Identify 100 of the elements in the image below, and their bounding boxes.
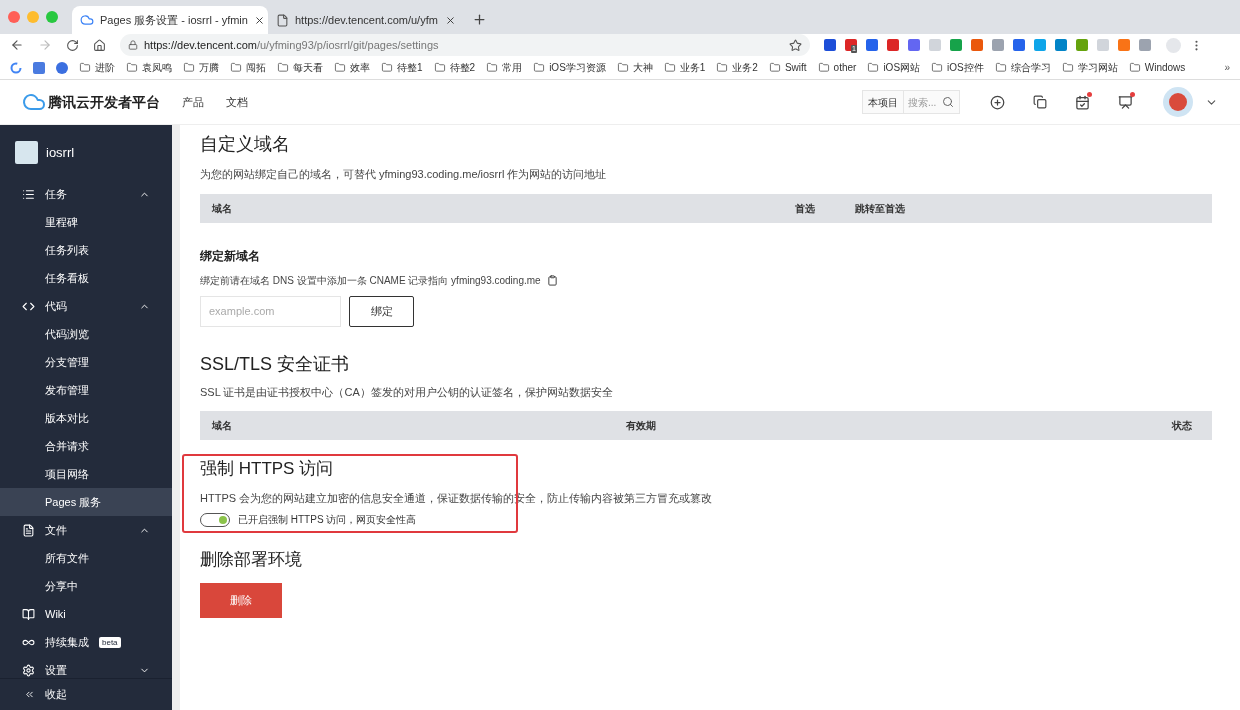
bookmark-item[interactable]: 效率 xyxy=(334,60,370,75)
bookmark-item[interactable]: 每天看 xyxy=(277,60,323,75)
nav-link[interactable]: 产品 xyxy=(182,93,204,111)
address-bar[interactable]: https://dev.tencent.com/u/yfming93/p/iosrrl/git/pages/settings xyxy=(120,34,810,56)
extension-icon[interactable] xyxy=(1076,39,1088,51)
bookmark-item[interactable]: 业务1 xyxy=(663,60,706,75)
search-field[interactable]: 本项目 搜索... xyxy=(862,90,960,114)
reload-icon[interactable] xyxy=(66,38,79,52)
close-icon[interactable] xyxy=(445,14,456,26)
bookmark-item[interactable]: iOS控件 xyxy=(931,60,984,75)
bind-button[interactable]: 绑定 xyxy=(349,295,414,327)
user-avatar[interactable] xyxy=(1163,87,1193,117)
close-icon[interactable] xyxy=(253,14,265,26)
url-text: https://dev.tencent.com/u/yfming93/p/iosrrl/git/pages/settings xyxy=(144,37,439,53)
sidebar-subitem[interactable]: 分支管理 xyxy=(0,348,172,376)
bookmark-item[interactable]: 大神 xyxy=(616,60,653,75)
back-icon[interactable] xyxy=(10,38,24,52)
column-header: 首选 xyxy=(795,201,815,216)
new-tab-icon[interactable] xyxy=(472,12,487,27)
browser-tab[interactable]: https://dev.tencent.com/u/yfm xyxy=(268,6,464,34)
nav-link[interactable]: 文档 xyxy=(226,93,248,111)
close-window-icon[interactable] xyxy=(8,11,20,23)
search-input[interactable]: 搜索... xyxy=(904,94,942,110)
bookmark-item[interactable]: 业务2 xyxy=(716,60,758,75)
bookmark-item[interactable]: 进阶 xyxy=(79,60,115,75)
bookmark-item[interactable]: 学习网站 xyxy=(1061,60,1118,75)
bookmark-item[interactable]: 闯拓 xyxy=(230,60,266,75)
sidebar-subitem[interactable]: 合并请求 xyxy=(0,432,172,460)
bookmark-item[interactable]: 袁凤鸣 xyxy=(126,60,172,75)
scrollbar[interactable] xyxy=(172,125,180,710)
sidebar-item[interactable]: Wiki xyxy=(0,600,172,628)
home-icon[interactable] xyxy=(93,38,106,52)
sidebar-subitem[interactable]: 所有文件 xyxy=(0,544,172,572)
copy-icon[interactable] xyxy=(1033,95,1047,109)
sidebar-item[interactable]: 持续集成 beta xyxy=(0,628,172,656)
folder-icon xyxy=(334,62,346,73)
paw-icon[interactable] xyxy=(56,61,68,74)
translate-icon[interactable] xyxy=(33,61,45,74)
task-icon[interactable] xyxy=(1075,94,1090,110)
project-name[interactable]: iosrrl xyxy=(46,142,75,163)
sidebar-subitem[interactable]: 版本对比 xyxy=(0,404,172,432)
bookmark-star-icon[interactable] xyxy=(789,38,802,52)
sidebar-item[interactable]: 文件 xyxy=(0,516,172,544)
extension-icon[interactable] xyxy=(1055,39,1067,51)
browser-tab[interactable]: Pages 服务设置 - iosrrl - yfmin xyxy=(72,6,268,34)
cloud-icon xyxy=(80,13,94,27)
search-icon[interactable] xyxy=(942,96,954,108)
bookmark-item[interactable]: iOS学习资源 xyxy=(533,60,606,75)
folder-icon xyxy=(277,62,289,73)
add-icon[interactable] xyxy=(990,94,1005,110)
sidebar-subitem[interactable]: 任务看板 xyxy=(0,264,172,292)
more-bookmarks-button[interactable]: » xyxy=(1224,60,1230,75)
list-icon xyxy=(22,187,35,201)
sidebar-subitem[interactable]: 代码浏览 xyxy=(0,320,172,348)
extension-icon[interactable] xyxy=(887,39,899,51)
copy-icon[interactable] xyxy=(546,274,558,286)
column-header: 状态 xyxy=(1172,419,1192,433)
beta-badge: beta xyxy=(99,636,121,648)
site-logo[interactable]: 腾讯云开发者平台 xyxy=(48,91,160,113)
sidebar-item[interactable]: 任务 xyxy=(0,180,172,208)
bookmark-item[interactable]: 常用 xyxy=(486,60,523,75)
extension-icon[interactable] xyxy=(1139,39,1151,51)
extension-icon[interactable] xyxy=(992,39,1004,51)
sidebar-subitem[interactable]: 项目网络 xyxy=(0,460,172,488)
sidebar-item[interactable]: 设置 xyxy=(0,656,172,678)
double-chevron-icon xyxy=(24,689,35,700)
sidebar-subitem[interactable]: Pages 服务 xyxy=(0,488,172,516)
forward-icon[interactable] xyxy=(38,38,52,52)
maximize-window-icon[interactable] xyxy=(46,11,58,23)
column-header: 域名 xyxy=(212,201,232,216)
chart-icon[interactable] xyxy=(1118,94,1133,110)
book-icon xyxy=(22,607,35,621)
extension-icon[interactable] xyxy=(1013,39,1025,51)
bookmark-item[interactable]: 待整2 xyxy=(433,60,476,75)
hint-text: 绑定前请在域名 DNS 设置中添加一条 CNAME 记录指向 yfming93.coding.me xyxy=(200,273,541,288)
bookmark-item[interactable]: Windows xyxy=(1128,60,1186,75)
sidebar-subitem[interactable]: 任务列表 xyxy=(0,236,172,264)
extension-icon[interactable] xyxy=(824,39,836,51)
bookmark-item[interactable]: 综合学习 xyxy=(994,60,1051,75)
bookmark-item[interactable]: 待整1 xyxy=(381,60,423,75)
sidebar-subitem[interactable]: 里程碑 xyxy=(0,208,172,236)
extension-icon[interactable] xyxy=(1034,39,1046,51)
extension-icon[interactable] xyxy=(866,39,878,51)
section-title: SSL/TLS 安全证书 xyxy=(200,352,351,376)
domain-input-field[interactable]: example.com xyxy=(200,295,341,327)
bookmark-item[interactable]: iOS网站 xyxy=(867,60,921,75)
extension-icon[interactable] xyxy=(950,39,962,51)
google-icon[interactable] xyxy=(10,61,22,74)
column-header: 跳转至首选 xyxy=(855,201,905,216)
extension-icon[interactable] xyxy=(1118,39,1130,51)
sidebar-subitem[interactable]: 分享中 xyxy=(0,572,172,600)
delete-button[interactable]: 删除 xyxy=(200,582,282,618)
sidebar-subitem[interactable]: 发布管理 xyxy=(0,376,172,404)
extension-icon[interactable] xyxy=(971,39,983,51)
bookmark-item[interactable]: 万腾 xyxy=(183,60,219,75)
bookmark-item[interactable]: other xyxy=(817,60,857,75)
sidebar-item[interactable]: 代码 xyxy=(0,292,172,320)
folder-icon xyxy=(230,62,242,73)
bookmark-item[interactable]: Swift xyxy=(768,60,807,75)
extension-icon[interactable] xyxy=(908,39,920,51)
